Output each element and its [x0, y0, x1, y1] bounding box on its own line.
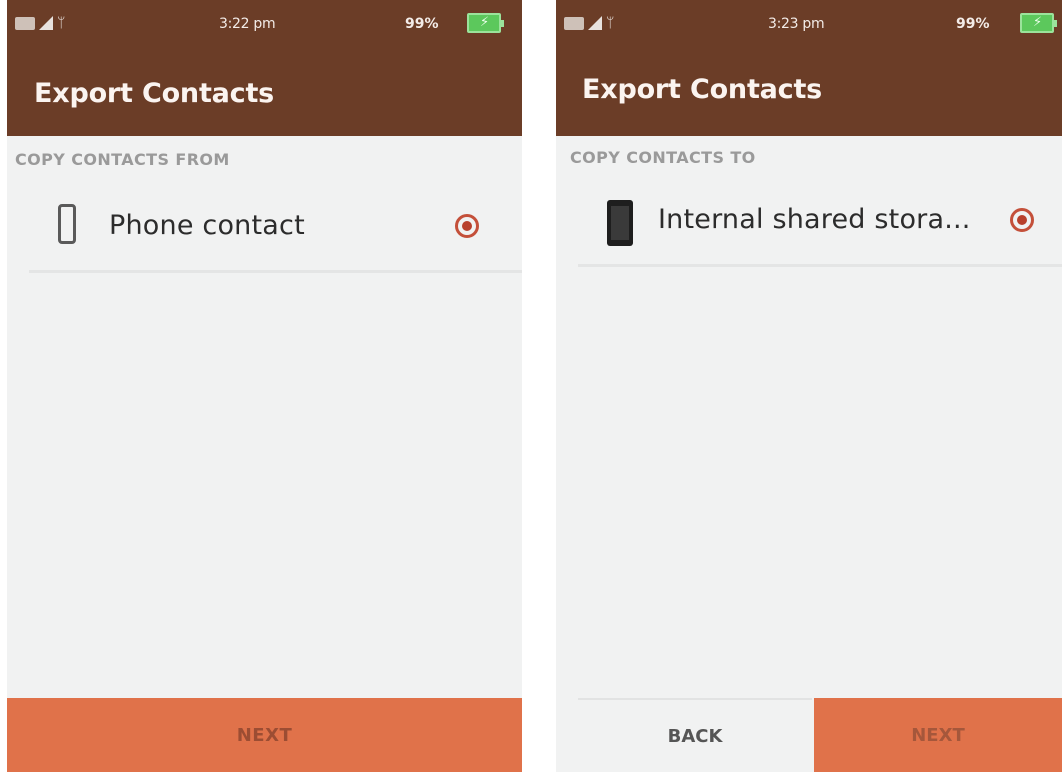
battery-charging-icon: ⚡	[1020, 13, 1057, 33]
status-bar: ᛘ 3:22 pm 99% ⚡	[7, 0, 522, 52]
destination-option-internal-storage[interactable]: Internal shared stora...	[578, 182, 1062, 267]
next-button[interactable]: NEXT	[7, 698, 522, 772]
next-button[interactable]: NEXT	[814, 698, 1062, 772]
bottom-bar: NEXT	[7, 698, 522, 772]
status-time: 3:22 pm	[219, 16, 276, 32]
section-header: COPY CONTACTS FROM	[15, 150, 230, 169]
status-time: 3:23 pm	[768, 16, 825, 32]
radio-button-selected[interactable]	[1010, 208, 1034, 232]
export-from-screen: ᛘ 3:22 pm 99% ⚡ Export Contacts COPY CON…	[7, 0, 522, 772]
bottom-bar: BACK NEXT	[556, 698, 1062, 772]
page-title: Export Contacts	[34, 78, 275, 109]
battery-percent: 99%	[405, 16, 439, 32]
sim-icon	[564, 16, 584, 30]
signal-icon	[588, 16, 602, 30]
phone-outline-icon	[58, 204, 76, 244]
battery-charging-icon: ⚡	[467, 13, 504, 33]
export-to-screen: ᛘ 3:23 pm 99% ⚡ Export Contacts COPY CON…	[556, 0, 1062, 772]
option-label: Phone contact	[109, 210, 305, 241]
status-icons: ᛘ	[564, 16, 614, 30]
status-bar: ᛘ 3:23 pm 99% ⚡	[556, 0, 1062, 52]
status-icons: ᛘ	[15, 16, 65, 30]
page-title: Export Contacts	[582, 74, 823, 105]
source-option-phone-contact[interactable]: Phone contact	[29, 186, 522, 273]
option-label: Internal shared stora...	[658, 204, 971, 235]
signal-icon	[39, 16, 53, 30]
app-bar: ᛘ 3:23 pm 99% ⚡ Export Contacts	[556, 0, 1062, 136]
back-button[interactable]: BACK	[578, 698, 812, 772]
usb-icon: ᛘ	[57, 15, 66, 31]
sim-icon	[15, 16, 35, 30]
radio-button-selected[interactable]	[455, 214, 479, 238]
phone-device-icon	[607, 200, 633, 246]
section-header: COPY CONTACTS TO	[570, 148, 756, 167]
battery-percent: 99%	[956, 16, 990, 32]
usb-icon: ᛘ	[606, 15, 615, 31]
app-bar: ᛘ 3:22 pm 99% ⚡ Export Contacts	[7, 0, 522, 136]
